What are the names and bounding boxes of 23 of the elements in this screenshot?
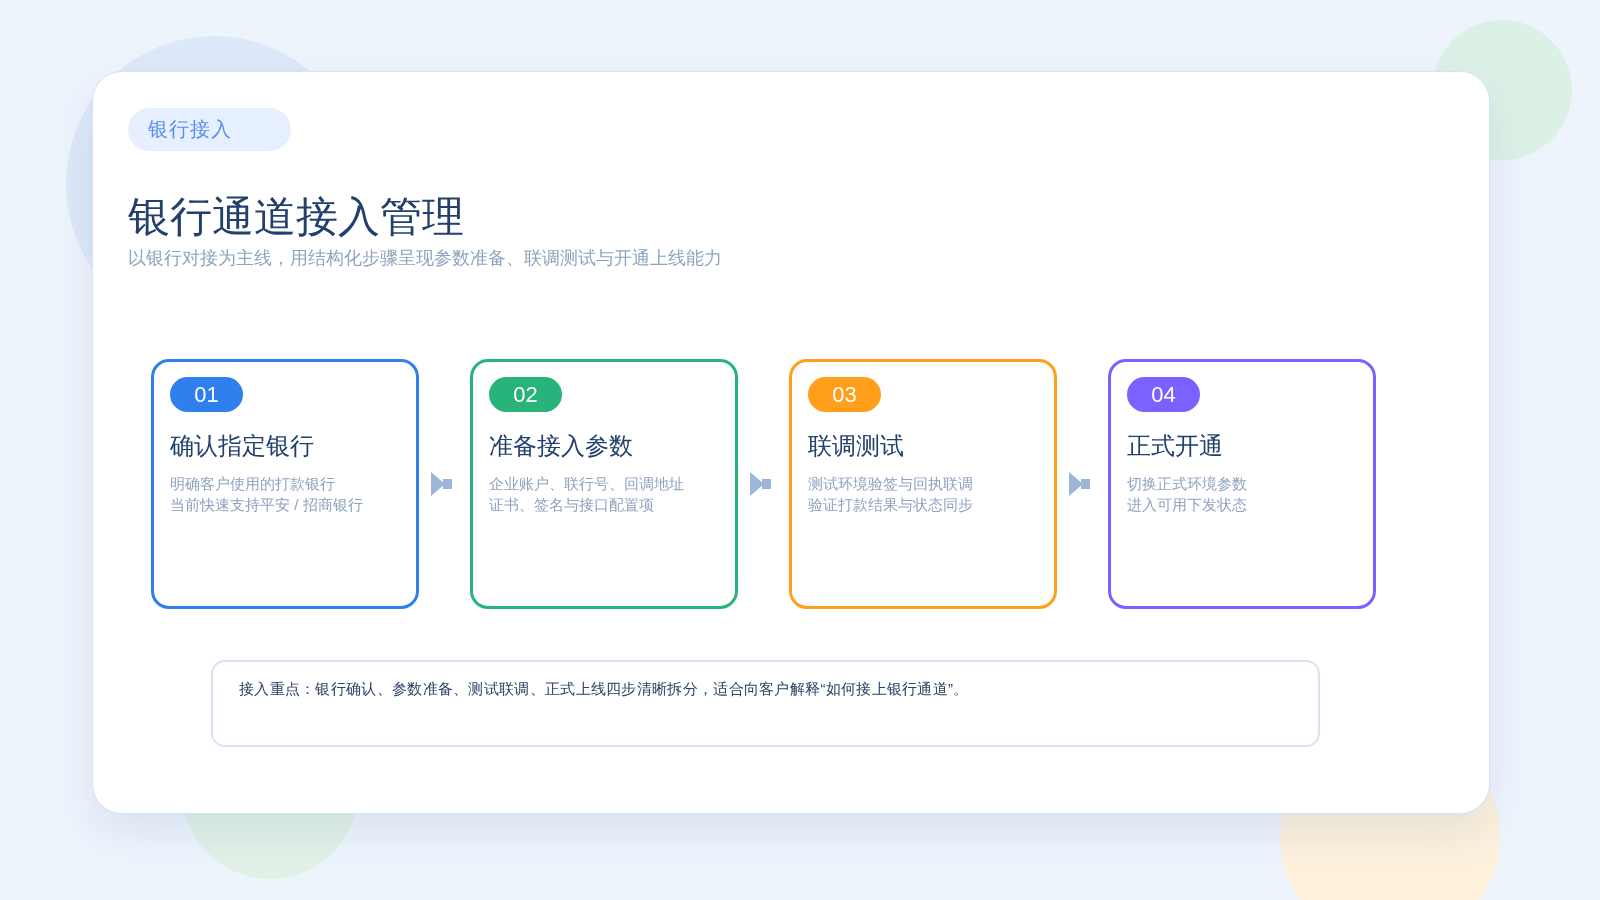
arrow-icon bbox=[431, 472, 452, 496]
step-title: 确认指定银行 bbox=[170, 432, 315, 461]
step-description: 当前快速支持平安 / 招商银行 bbox=[170, 495, 364, 515]
step-description: 企业账户、联行号、回调地址 bbox=[489, 474, 685, 494]
arrow-icon bbox=[1069, 472, 1090, 496]
page-title: 银行通道接入管理 bbox=[128, 192, 465, 242]
step-title: 准备接入参数 bbox=[489, 432, 634, 461]
step-description: 切换正式环境参数 bbox=[1127, 474, 1248, 494]
step-description: 明确客户使用的打款银行 bbox=[170, 474, 336, 494]
step-description: 进入可用下发状态 bbox=[1127, 495, 1248, 515]
step-number: 02 bbox=[489, 377, 562, 412]
step-title: 正式开通 bbox=[1127, 432, 1224, 461]
category-tag: 银行接入 bbox=[128, 108, 291, 151]
step-description: 证书、签名与接口配置项 bbox=[489, 495, 655, 515]
arrow-icon bbox=[750, 472, 771, 496]
step-title: 联调测试 bbox=[808, 432, 905, 461]
page-subtitle: 以银行对接为主线，用结构化步骤呈现参数准备、联调测试与开通上线能力 bbox=[128, 247, 723, 270]
step-description: 验证打款结果与状态同步 bbox=[808, 495, 974, 515]
step-description: 测试环境验签与回执联调 bbox=[808, 474, 974, 494]
note-text: 接入重点：银行确认、参数准备、测试联调、正式上线四步清晰拆分，适合向客户解释“如何接上银行通道”。 bbox=[239, 679, 970, 699]
step-number: 03 bbox=[808, 377, 881, 412]
step-number: 04 bbox=[1127, 377, 1200, 412]
step-number: 01 bbox=[170, 377, 243, 412]
